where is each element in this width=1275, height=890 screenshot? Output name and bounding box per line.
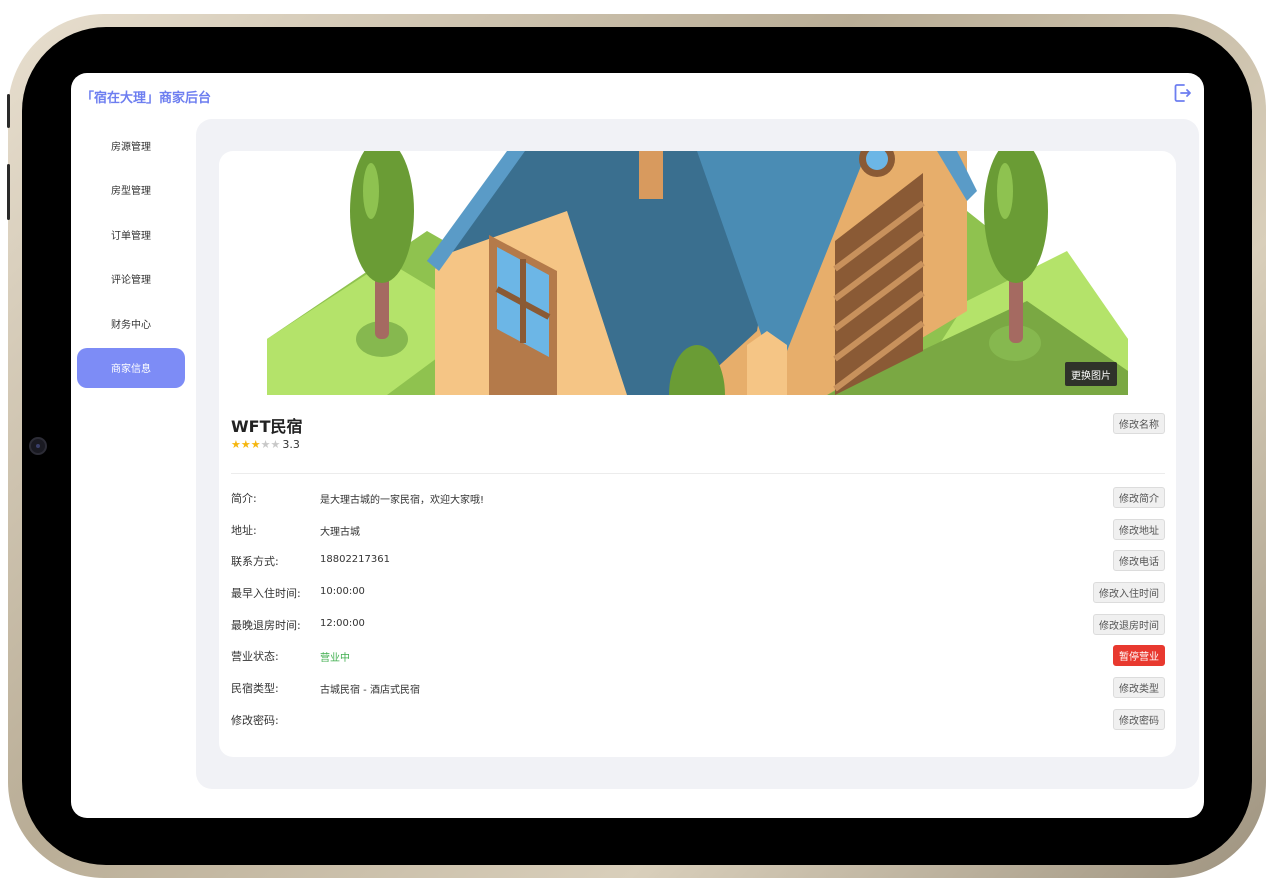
change-password-button[interactable]: 修改密码 xyxy=(1113,709,1165,730)
edit-name-button[interactable]: 修改名称 xyxy=(1113,413,1165,434)
sidebar-item-orders[interactable]: 订单管理 xyxy=(77,214,185,254)
detail-label: 最早入住时间: xyxy=(231,587,301,600)
shop-name: WFT民宿 xyxy=(231,417,303,436)
screen: 「宿在大理」商家后台 房源管理 房型管理 订单管理 评论管理 财务中心 商家信息 xyxy=(71,73,1204,818)
edit-phone-button[interactable]: 修改电话 xyxy=(1113,550,1165,571)
detail-value: 18802217361 xyxy=(320,554,390,565)
sidebar-item-reviews[interactable]: 评论管理 xyxy=(77,259,185,299)
volume-up-button xyxy=(7,164,10,220)
star-filled-icon: ★ xyxy=(250,438,261,451)
divider xyxy=(231,473,1165,474)
detail-label: 营业状态: xyxy=(231,650,279,663)
detail-label: 最晚退房时间: xyxy=(231,619,301,632)
rating-value: 3.3 xyxy=(282,438,300,451)
logout-icon[interactable] xyxy=(1174,83,1192,103)
detail-row-contact: 联系方式: 18802217361 修改电话 xyxy=(219,547,1176,575)
status-value: 营业中 xyxy=(320,653,350,664)
detail-value: 是大理古城的一家民宿，欢迎大家哦! xyxy=(320,495,485,506)
shop-banner-image: 更换图片 xyxy=(267,151,1128,395)
detail-label: 联系方式: xyxy=(231,555,279,568)
edit-checkin-time-button[interactable]: 修改入住时间 xyxy=(1093,582,1165,603)
detail-row-intro: 简介: 是大理古城的一家民宿，欢迎大家哦! 修改简介 xyxy=(219,484,1176,512)
edit-address-button[interactable]: 修改地址 xyxy=(1113,519,1165,540)
star-empty-icon: ★ xyxy=(270,438,281,451)
detail-row-checkout: 最晚退房时间: 12:00:00 修改退房时间 xyxy=(219,611,1176,639)
house-illustration xyxy=(267,151,1128,395)
detail-value: 12:00:00 xyxy=(320,618,365,629)
rating: ★ ★ ★ ★ ★ 3.3 xyxy=(231,438,300,451)
app-brand-title: 「宿在大理」商家后台 xyxy=(81,91,212,106)
sidebar-item-finance[interactable]: 财务中心 xyxy=(77,303,185,343)
merchant-info-card: 更换图片 WFT民宿 修改名称 ★ ★ ★ ★ ★ 3.3 简介: 是大理古城的… xyxy=(219,151,1176,757)
detail-row-type: 民宿类型: 古城民宿 - 酒店式民宿 修改类型 xyxy=(219,674,1176,702)
pause-business-button[interactable]: 暂停营业 xyxy=(1113,645,1165,666)
detail-label: 修改密码: xyxy=(231,714,279,727)
sidebar-item-merchant-info[interactable]: 商家信息 xyxy=(77,347,185,388)
star-filled-icon: ★ xyxy=(231,438,241,451)
star-empty-icon: ★ xyxy=(260,438,271,451)
front-camera xyxy=(29,437,47,455)
detail-label: 简介: xyxy=(231,492,257,505)
sidebar: 房源管理 房型管理 订单管理 评论管理 财务中心 商家信息 xyxy=(77,125,185,392)
star-filled-icon: ★ xyxy=(240,438,251,451)
detail-label: 民宿类型: xyxy=(231,682,279,695)
detail-label: 地址: xyxy=(231,524,257,537)
detail-value: 古城民宿 - 酒店式民宿 xyxy=(320,685,420,696)
edit-checkout-time-button[interactable]: 修改退房时间 xyxy=(1093,614,1165,635)
edit-type-button[interactable]: 修改类型 xyxy=(1113,677,1165,698)
change-image-button[interactable]: 更换图片 xyxy=(1065,362,1117,386)
detail-row-status: 营业状态: 营业中 暂停营业 xyxy=(219,642,1176,670)
sidebar-item-room-types[interactable]: 房型管理 xyxy=(77,170,185,210)
detail-row-checkin: 最早入住时间: 10:00:00 修改入住时间 xyxy=(219,579,1176,607)
detail-row-password: 修改密码: 修改密码 xyxy=(219,706,1176,734)
sidebar-item-listings[interactable]: 房源管理 xyxy=(77,125,185,165)
detail-value: 大理古城 xyxy=(320,527,360,538)
edit-intro-button[interactable]: 修改简介 xyxy=(1113,487,1165,508)
detail-value: 10:00:00 xyxy=(320,586,365,597)
mute-switch xyxy=(7,94,10,128)
detail-row-address: 地址: 大理古城 修改地址 xyxy=(219,516,1176,544)
